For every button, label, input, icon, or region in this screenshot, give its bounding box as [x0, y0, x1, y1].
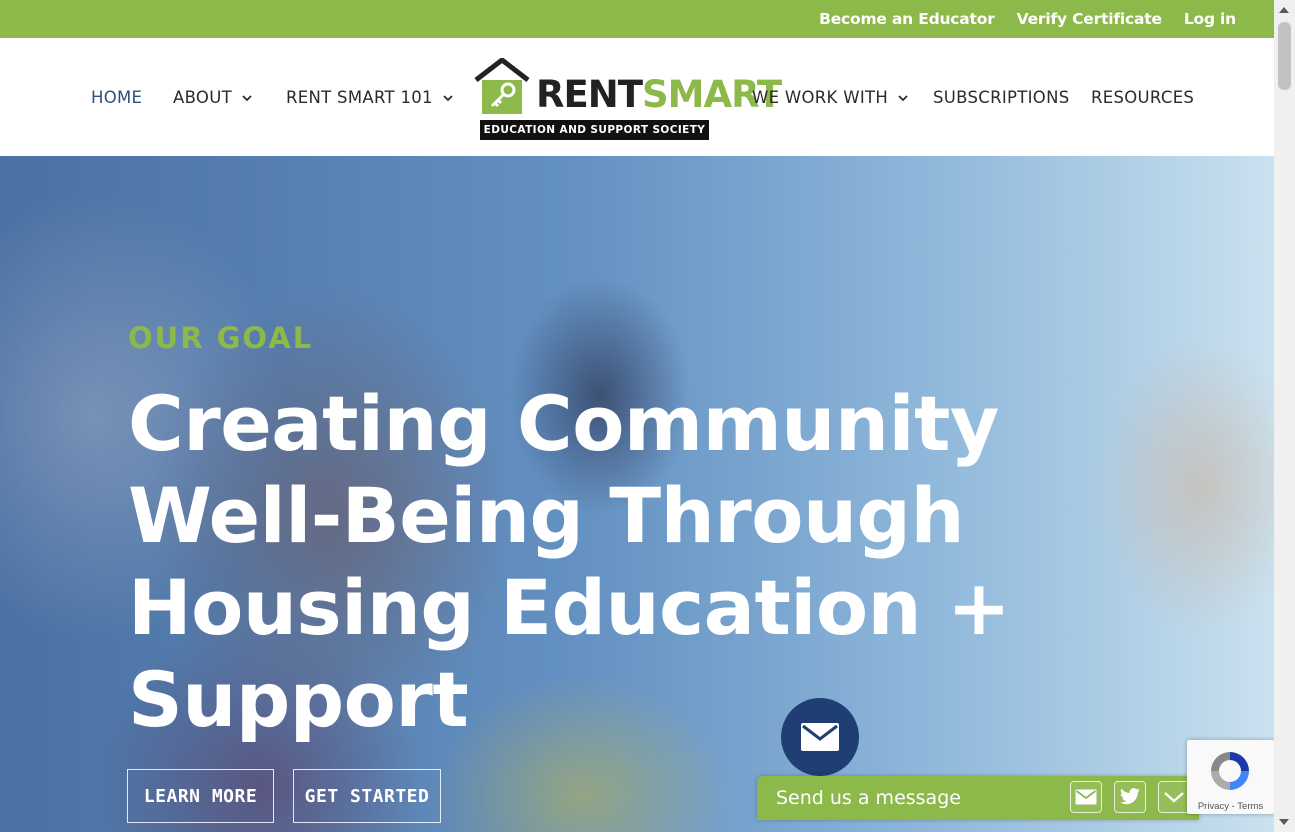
hero-headline: Creating Community Well-Being Through Ho…	[128, 379, 1011, 744]
main-header: HOME ABOUT RENT SMART 101 RENTSMART EDUC…	[0, 38, 1274, 156]
nav-we-work-with[interactable]: WE WORK WITH	[752, 88, 910, 107]
nav-home-label: HOME	[91, 88, 143, 107]
chevron-down-icon	[898, 94, 908, 101]
hero-eyebrow: OUR GOAL	[128, 321, 314, 355]
scroll-down-arrow-icon[interactable]	[1279, 819, 1289, 825]
recaptcha-privacy-link[interactable]: Privacy	[1198, 801, 1229, 812]
collapse-button[interactable]	[1158, 781, 1190, 813]
vertical-scrollbar[interactable]	[1274, 0, 1295, 832]
send-message-label: Send us a message	[776, 787, 961, 809]
verify-certificate-link[interactable]: Verify Certificate	[1017, 10, 1162, 28]
learn-more-button[interactable]: LEARN MORE	[127, 769, 274, 823]
nav-rent-smart-101[interactable]: RENT SMART 101	[286, 88, 455, 107]
envelope-icon	[1075, 789, 1097, 805]
recaptcha-badge[interactable]: Privacy - Terms	[1187, 740, 1274, 814]
recaptcha-logo-icon	[1211, 752, 1249, 790]
recaptcha-links: Privacy - Terms	[1187, 801, 1274, 812]
top-utility-links: Become an Educator Verify Certificate Lo…	[819, 0, 1236, 38]
logo-tagline: EDUCATION AND SUPPORT SOCIETY	[480, 120, 709, 140]
scroll-thumb[interactable]	[1278, 22, 1291, 90]
email-button[interactable]	[1070, 781, 1102, 813]
nav-home[interactable]: HOME	[91, 88, 142, 107]
nav-about[interactable]: ABOUT	[173, 88, 254, 107]
top-utility-bar: Become an Educator Verify Certificate Lo…	[0, 0, 1274, 38]
chevron-down-icon	[443, 94, 453, 101]
nav-resources[interactable]: RESOURCES	[1091, 88, 1194, 107]
log-in-link[interactable]: Log in	[1184, 10, 1236, 28]
recaptcha-terms-link[interactable]: Terms	[1237, 801, 1263, 812]
nav-we-work-with-label: WE WORK WITH	[752, 88, 889, 107]
twitter-bird-icon	[1120, 788, 1140, 805]
hero-section: OUR GOAL Creating Community Well-Being T…	[0, 156, 1274, 832]
chevron-down-icon	[242, 94, 252, 101]
logo-rent-text: RENT	[536, 73, 643, 116]
nav-subscriptions[interactable]: SUBSCRIPTIONS	[933, 88, 1070, 107]
logo-wordmark: RENTSMART	[536, 73, 782, 116]
contact-mail-button[interactable]	[781, 698, 859, 776]
twitter-button[interactable]	[1114, 781, 1146, 813]
chevron-down-icon	[1164, 792, 1184, 803]
scroll-up-arrow-icon[interactable]	[1279, 7, 1289, 13]
envelope-icon	[801, 723, 839, 751]
nav-about-label: ABOUT	[173, 88, 232, 107]
send-message-bar[interactable]: Send us a message	[757, 776, 1199, 820]
get-started-button[interactable]: GET STARTED	[293, 769, 441, 823]
nav-rent-smart-101-label: RENT SMART 101	[286, 88, 433, 107]
nav-resources-label: RESOURCES	[1091, 88, 1195, 107]
become-educator-link[interactable]: Become an Educator	[819, 10, 995, 28]
nav-subscriptions-label: SUBSCRIPTIONS	[933, 88, 1070, 107]
rentsmart-logo[interactable]: RENTSMART EDUCATION AND SUPPORT SOCIETY	[474, 58, 782, 142]
house-key-icon	[474, 58, 530, 114]
